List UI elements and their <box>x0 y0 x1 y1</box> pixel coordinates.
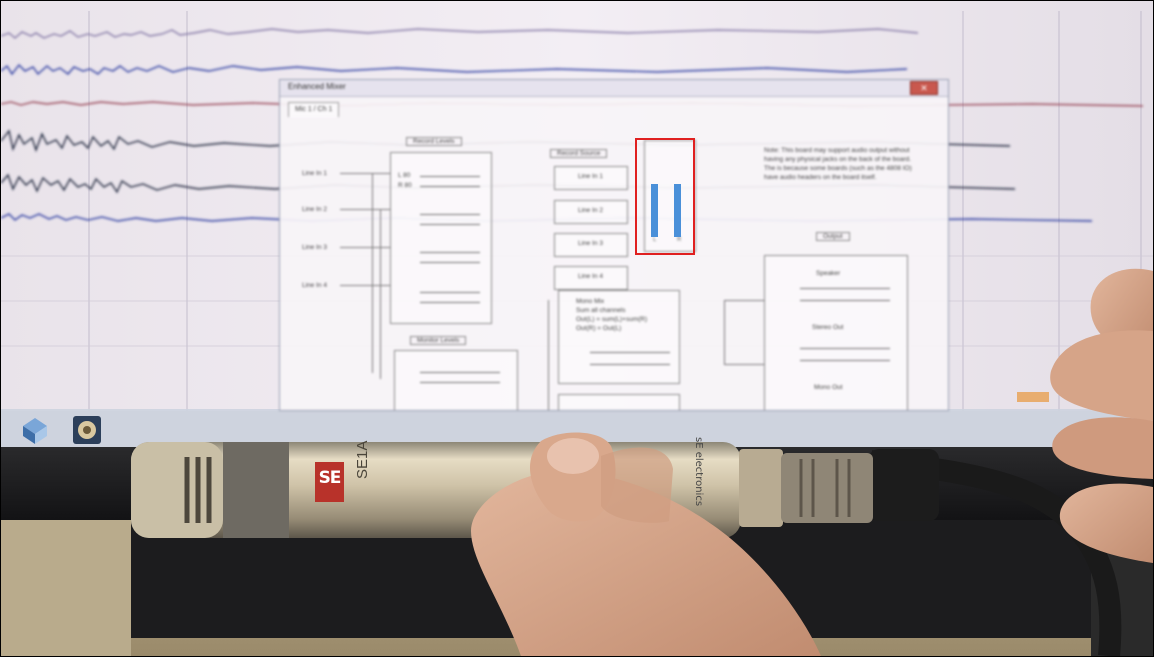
connector-line <box>548 300 549 410</box>
dialog-title: Enhanced Mixer <box>288 82 346 91</box>
mix-line: Out(R) = Out(L) <box>576 325 622 332</box>
slider-track[interactable] <box>800 348 890 349</box>
tab-card[interactable]: Mic 1 / Ch 1 <box>288 102 340 117</box>
channel-l-label: L 80 <box>398 172 411 179</box>
output-stereo-label: Stereo Out <box>812 324 844 331</box>
mic-model-label: SE1A <box>354 440 371 479</box>
connector-line <box>340 173 390 174</box>
slider-track[interactable] <box>420 262 480 263</box>
connector-line <box>724 364 764 365</box>
note-text: Note: This board may support audio outpu… <box>764 147 912 181</box>
slider-track[interactable] <box>800 288 890 289</box>
record-source-title: Record Source <box>550 149 608 158</box>
slider-track[interactable] <box>420 292 480 293</box>
connector-line <box>340 209 390 210</box>
record-source-option-label: Line In 3 <box>578 240 603 247</box>
input-label-1: Line In 1 <box>302 170 327 177</box>
input-label-2: Line In 2 <box>302 206 327 213</box>
dialog-titlebar: Enhanced Mixer ✕ <box>280 80 948 97</box>
connector-line <box>724 300 725 364</box>
slider-track[interactable] <box>420 372 500 373</box>
record-source-option-label: Line In 4 <box>578 273 603 280</box>
input-label-4: Line In 4 <box>302 282 327 289</box>
slider-track[interactable] <box>420 224 480 225</box>
output-mono-label: Mono Out <box>814 384 843 391</box>
slider-track[interactable] <box>800 360 890 361</box>
slider-track[interactable] <box>420 176 480 177</box>
record-levels-title: Record Levels <box>406 137 462 146</box>
channel-r-label: R 80 <box>398 182 412 189</box>
connector-line <box>340 285 390 286</box>
photo-frame: Enhanced Mixer ✕ Mic 1 / Ch 1 Record Lev… <box>0 0 1154 657</box>
slider-track[interactable] <box>420 382 500 383</box>
mix-line: Out(L) = sum(L)+sum(R) <box>576 316 648 323</box>
mix-box-2 <box>558 394 680 410</box>
slider-track[interactable] <box>800 300 890 301</box>
highlight-box <box>635 138 695 255</box>
slider-track[interactable] <box>420 302 480 303</box>
slider-track[interactable] <box>420 186 480 187</box>
mixer-dialog: Enhanced Mixer ✕ Mic 1 / Ch 1 Record Lev… <box>279 79 949 411</box>
tray-button[interactable] <box>1017 392 1049 402</box>
slider-track[interactable] <box>590 364 670 365</box>
output-title: Output <box>816 232 850 241</box>
connector-line <box>372 173 373 373</box>
output-speaker-label: Speaker <box>816 270 841 277</box>
connector-line <box>724 300 764 301</box>
mic-logo: SE <box>315 462 344 502</box>
monitor-levels-title: Monitor Levels <box>410 336 467 345</box>
monitor-levels-box <box>394 350 518 410</box>
record-source-option-label: Line In 2 <box>578 207 603 214</box>
close-button[interactable]: ✕ <box>910 81 938 95</box>
mix-line: Mono Mix <box>576 298 605 305</box>
connector-line <box>380 209 381 379</box>
connector-line <box>340 247 390 248</box>
mix-line: Sum all channels <box>576 307 626 314</box>
input-label-3: Line In 3 <box>302 244 327 251</box>
media-player-icon[interactable] <box>71 414 103 446</box>
record-source-option-label: Line In 1 <box>578 173 603 180</box>
slider-track[interactable] <box>420 252 480 253</box>
slider-track[interactable] <box>420 214 480 215</box>
slider-track[interactable] <box>590 352 670 353</box>
mic-brand-label: sE electronics <box>693 437 704 507</box>
start-icon[interactable] <box>19 414 51 446</box>
